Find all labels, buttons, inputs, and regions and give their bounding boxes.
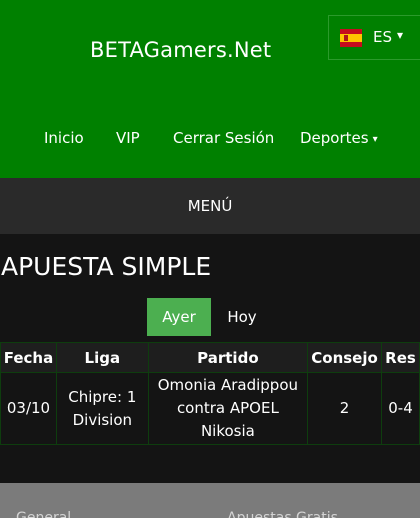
column-header-partido: Partido (147, 342, 309, 373)
nav-item-inicio[interactable]: Inicio (44, 129, 84, 147)
predictions-table: Fecha Liga Partido Consejo Res 03/10 Chi… (0, 342, 420, 445)
table-header-row: Fecha Liga Partido Consejo Res (0, 342, 420, 373)
cell-res: 0-4 (381, 372, 420, 445)
cell-fecha: 03/10 (0, 372, 57, 445)
table-row: 03/10 Chipre: 1 Division Omonia Aradippo… (0, 372, 420, 445)
footer-link-apuestas-gratis[interactable]: Apuestas Gratis (227, 510, 338, 518)
column-header-fecha: Fecha (0, 342, 57, 373)
column-header-consejo: Consejo (307, 342, 383, 373)
footer-bar: General Apuestas Gratis (0, 483, 420, 518)
cell-consejo: 2 (307, 372, 383, 445)
tab-hoy[interactable]: Hoy (218, 298, 266, 336)
main-nav: Inicio VIP Cerrar Sesión Deportes ▾ (0, 129, 420, 149)
chevron-down-icon: ▾ (397, 28, 404, 42)
menu-toggle-bar[interactable]: MENÚ (0, 178, 420, 234)
site-header: BETAGamers.Net ES ▾ Inicio VIP Cerrar Se… (0, 0, 420, 178)
language-code: ES (373, 28, 392, 46)
nav-item-deportes[interactable]: Deportes ▾ (300, 129, 378, 147)
cell-liga: Chipre: 1 Division (55, 372, 149, 445)
footer-link-general[interactable]: General (16, 510, 71, 518)
nav-item-cerrar-sesion[interactable]: Cerrar Sesión (173, 129, 274, 147)
nav-item-deportes-label: Deportes (300, 129, 369, 147)
nav-item-vip[interactable]: VIP (116, 129, 140, 147)
chevron-down-icon: ▾ (372, 134, 378, 145)
site-logo-text[interactable]: BETAGamers.Net (90, 38, 271, 62)
page-title: APUESTA SIMPLE (1, 252, 212, 281)
language-selector[interactable]: ES ▾ (328, 15, 420, 60)
column-header-res: Res (381, 342, 420, 373)
cell-partido: Omonia Aradippou contra APOEL Nikosia (147, 372, 309, 445)
menu-label: MENÚ (187, 197, 233, 215)
spain-flag-icon (340, 29, 362, 47)
tab-ayer[interactable]: Ayer (147, 298, 211, 336)
column-header-liga: Liga (55, 342, 149, 373)
